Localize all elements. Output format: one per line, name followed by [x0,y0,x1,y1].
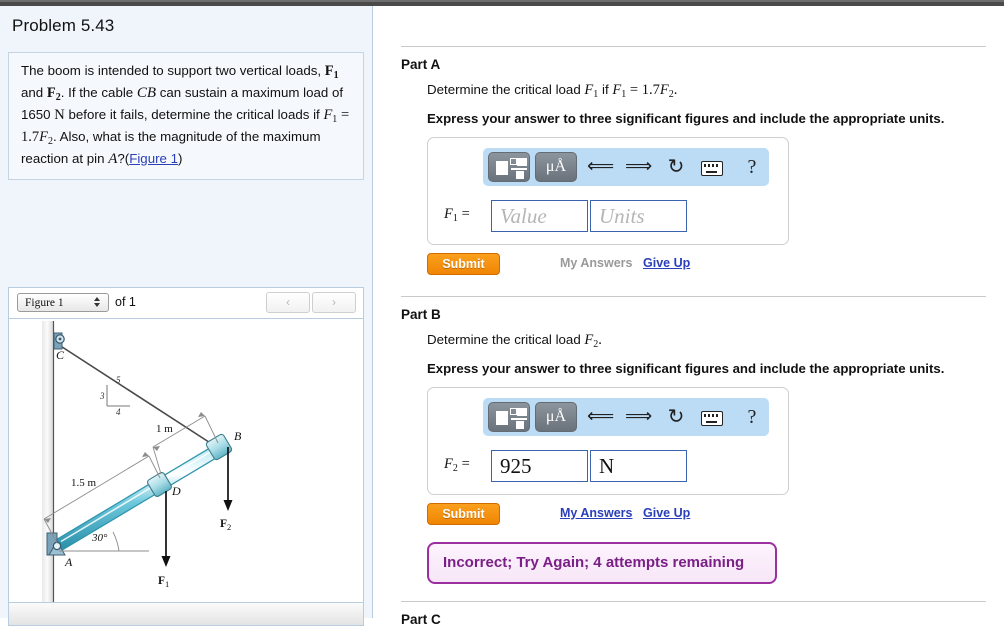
problem-statement-box: The boom is intended to support two vert… [8,52,364,180]
part-a-my-answers: My Answers [560,256,633,270]
part-b-value-input[interactable]: 925 [491,450,588,482]
figure-toolbar: Figure 1 of 1 ‹ › [9,288,363,319]
part-b-question: Determine the critical load F2. [427,332,602,350]
svg-text:4: 4 [116,407,121,417]
part-a-action-row: Submit My Answers Give Up [427,253,1004,279]
part-b-units-input[interactable]: N [590,450,687,482]
figure-prev-button[interactable]: ‹ [266,292,310,313]
point-label-D: D [171,484,181,498]
divider-part-c [401,601,986,602]
part-a-field-row: F1 = Value Units [444,200,788,232]
part-b-action-row: Submit My Answers Give Up [427,503,1004,529]
math-template-icon[interactable] [488,402,530,432]
problem-statement-text: The boom is intended to support two vert… [21,63,350,167]
keyboard-icon[interactable] [699,408,725,434]
svg-text:5: 5 [116,375,121,385]
point-label-C: C [56,348,65,362]
answer-panel: Part A Determine the critical load F1 if… [374,6,1004,627]
part-b-heading: Part B [401,307,441,322]
units-symbol-icon[interactable]: μÅ [535,402,577,432]
figure-select[interactable]: Figure 1 [17,293,109,312]
dimension-1-5m: 1.5 m [71,477,97,489]
part-b-toolbar: μÅ ⟸ ⟹ ↻ ? [483,398,769,436]
part-a-answer-box: μÅ ⟸ ⟹ ↻ ? F1 = Value Units [427,137,789,245]
part-a-submit-button[interactable]: Submit [427,253,500,275]
reset-icon[interactable]: ↻ [663,154,689,180]
point-label-A: A [64,555,73,569]
part-a-question: Determine the critical load F1 if F1 = 1… [427,82,678,100]
figure-select-value: Figure 1 [25,297,64,309]
part-a-instruction: Express your answer to three significant… [427,111,945,126]
problem-panel: Problem 5.43 The boom is intended to sup… [0,6,373,626]
figure-image[interactable]: 3 5 4 C B D A F2 F1 1.5 m 1 m 30° [9,319,363,602]
part-a-units-input[interactable]: Units [590,200,687,232]
units-symbol-icon[interactable]: μÅ [535,152,577,182]
part-b-field-label: F2 = [444,456,470,474]
part-b-feedback-banner: Incorrect; Try Again; 4 attempts remaini… [427,542,777,584]
part-a-heading: Part A [401,57,441,72]
angle-label-30: 30° [91,532,108,544]
help-icon[interactable]: ? [739,154,765,180]
undo-icon[interactable]: ⟸ [587,404,614,430]
part-b-question-pre: Determine the critical load [427,332,585,347]
dimension-1m: 1 m [156,423,173,435]
reset-icon[interactable]: ↻ [663,404,689,430]
boom-diagram-svg: 3 5 4 C B D A F2 F1 1.5 m 1 m 30° [42,321,242,602]
part-a-toolbar: μÅ ⟸ ⟹ ↻ ? [483,148,769,186]
svg-text:3: 3 [99,391,105,401]
part-b-submit-button[interactable]: Submit [427,503,500,525]
part-b-answer-box: μÅ ⟸ ⟹ ↻ ? F2 = 925 N [427,387,789,495]
wall [42,321,54,602]
part-b-instruction: Express your answer to three significant… [427,361,945,376]
figure-panel: Figure 1 of 1 ‹ › 3 5 4 C B D A F2 F1 1.… [8,287,364,626]
part-a-value-input[interactable]: Value [491,200,588,232]
point-label-B: B [234,429,242,443]
cable-CB [55,342,216,447]
chevron-updown-icon [94,297,103,310]
math-template-icon[interactable] [488,152,530,182]
part-a-give-up[interactable]: Give Up [643,256,690,270]
undo-icon[interactable]: ⟸ [587,154,614,180]
divider-part-b [401,296,986,297]
part-a-question-pre: Determine the critical load [427,82,585,97]
figure-link[interactable]: Figure 1 [129,151,178,166]
part-a-question-mid: if [601,82,613,97]
part-c-heading: Part C [401,612,441,627]
force-label-F1: F1 [158,575,169,589]
redo-icon[interactable]: ⟹ [625,154,652,180]
part-a-field-label: F1 = [444,206,470,224]
part-b-field-row: F2 = 925 N [444,450,788,482]
redo-icon[interactable]: ⟹ [625,404,652,430]
keyboard-icon[interactable] [699,158,725,184]
figure-footer [9,602,363,625]
page-title: Problem 5.43 [12,16,115,35]
figure-next-button[interactable]: › [312,292,356,313]
help-icon[interactable]: ? [739,404,765,430]
part-b-give-up[interactable]: Give Up [643,506,690,520]
figure-count-label: of 1 [115,295,136,309]
part-b-my-answers[interactable]: My Answers [560,506,632,520]
force-label-F2: F2 [220,518,231,532]
divider-top [401,46,986,47]
